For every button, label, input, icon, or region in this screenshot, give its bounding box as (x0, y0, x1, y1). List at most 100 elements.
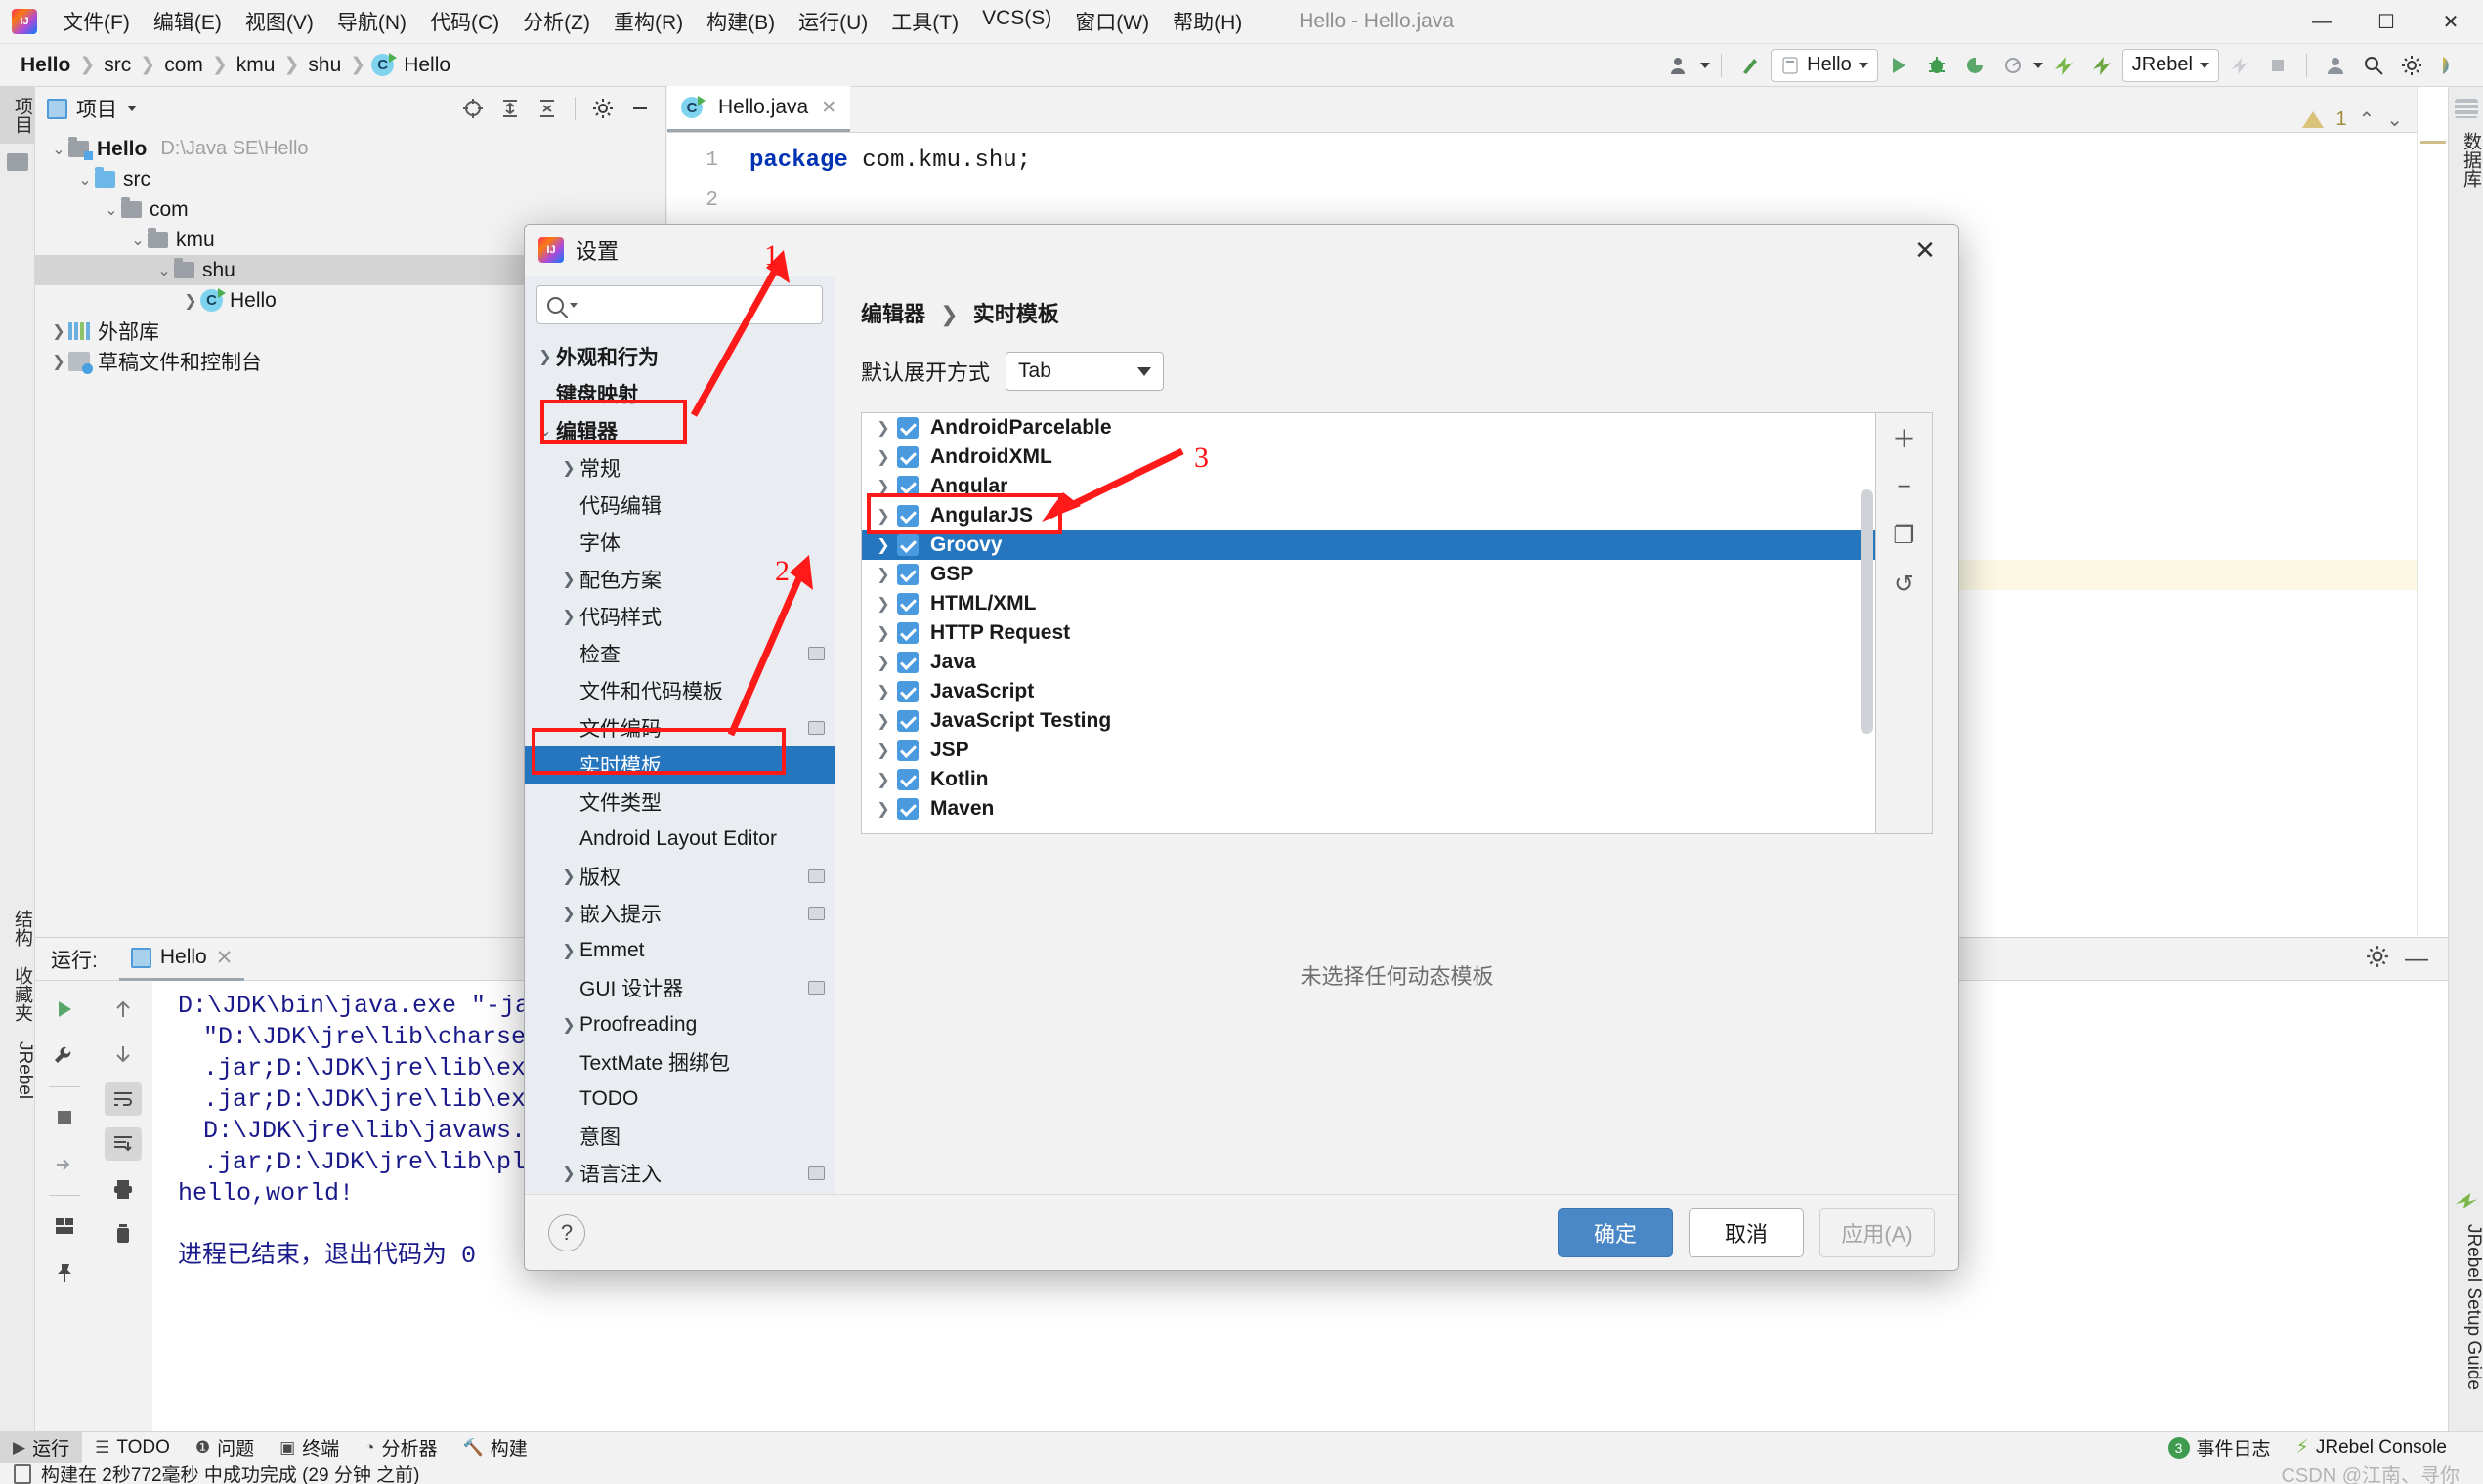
dialog-close-icon[interactable]: ✕ (1905, 231, 1945, 270)
database-icon[interactable] (2455, 99, 2478, 118)
chevron-right-icon[interactable]: ❯ (870, 418, 897, 438)
tool-window-jrebel-setup-guide[interactable]: JRebel Setup Guide (2449, 1214, 2483, 1400)
attach-debugger-icon[interactable] (2222, 49, 2257, 82)
expand-with-chevron-down-icon[interactable] (1137, 367, 1151, 376)
template-enabled-checkbox[interactable] (897, 446, 919, 468)
menu-item-10[interactable]: VCS(S) (970, 3, 1063, 40)
minimize-button[interactable]: — (2290, 0, 2354, 44)
template-enabled-checkbox[interactable] (897, 622, 919, 644)
templates-scrollbar[interactable] (1861, 489, 1873, 734)
profile-chevron-down-icon[interactable] (2033, 63, 2043, 68)
bottom-item-3[interactable]: ▣终端 (267, 1432, 352, 1463)
chevron-right-icon[interactable]: ❯ (535, 347, 556, 366)
project-view-chevron-down-icon[interactable] (127, 106, 137, 111)
chevron-right-icon[interactable]: ❯ (558, 941, 579, 960)
settings-tree-item[interactable]: ❯嵌入提示 (525, 895, 835, 932)
template-group-row[interactable]: ❯AndroidParcelable (862, 413, 1875, 443)
run-config-chevron-down-icon[interactable] (1859, 63, 1868, 68)
search-chevron-down-icon[interactable] (570, 303, 578, 308)
breadcrumb-item-3[interactable]: kmu (234, 54, 278, 77)
settings-tree-item[interactable]: ❯常规 (525, 449, 835, 487)
expand-with-select[interactable]: Tab (1006, 352, 1164, 391)
project-settings-gear-icon[interactable] (585, 92, 621, 125)
next-problem-icon[interactable]: ⌄ (2386, 107, 2403, 132)
project-tree-row[interactable]: ⌄com (35, 194, 665, 225)
bottom-item-2[interactable]: ❶问题 (183, 1432, 267, 1463)
template-enabled-checkbox[interactable] (897, 740, 919, 761)
template-group-row[interactable]: ❯AngularJS (862, 501, 1875, 530)
build-hammer-icon[interactable] (1733, 49, 1768, 82)
maximize-button[interactable]: ☐ (2354, 0, 2419, 44)
settings-search-box[interactable] (536, 285, 823, 324)
chevron-right-icon[interactable]: ❯ (870, 653, 897, 672)
scroll-from-source-icon[interactable] (455, 92, 491, 125)
chevron-right-icon[interactable]: ❯ (558, 867, 579, 886)
breadcrumb-item-0[interactable]: Hello (18, 54, 73, 77)
settings-tree-item[interactable]: 文件类型 (525, 784, 835, 821)
jrebel-selector[interactable]: JRebel (2122, 49, 2219, 82)
scroll-to-end-button[interactable] (105, 1127, 142, 1161)
breadcrumb-item-1[interactable]: src (101, 54, 134, 77)
chevron-down-icon[interactable]: ⌄ (75, 170, 95, 190)
chevron-right-icon[interactable]: ❯ (181, 291, 200, 311)
chevron-right-icon[interactable]: ❯ (558, 1164, 579, 1183)
run-button[interactable] (1881, 49, 1916, 82)
search-icon[interactable] (2356, 49, 2391, 82)
run-configuration-selector[interactable]: Hello (1771, 49, 1878, 82)
settings-tree-item[interactable]: GUI 设计器 (525, 969, 835, 1006)
menu-item-11[interactable]: 窗口(W) (1063, 3, 1161, 40)
settings-tree-item[interactable]: ❯外观和行为 (525, 338, 835, 375)
help-button[interactable]: ? (548, 1214, 585, 1251)
template-enabled-checkbox[interactable] (897, 681, 919, 702)
previous-problem-icon[interactable]: ⌃ (2358, 107, 2375, 132)
jrebel-debug-icon[interactable] (2084, 49, 2119, 82)
chevron-down-icon[interactable]: ⌄ (154, 261, 174, 280)
debug-button[interactable] (1919, 49, 1954, 82)
chevron-right-icon[interactable]: ❯ (558, 904, 579, 923)
template-group-row[interactable]: ❯Groovy (862, 530, 1875, 560)
menu-item-6[interactable]: 重构(R) (602, 3, 695, 40)
menu-item-1[interactable]: 编辑(E) (142, 3, 234, 40)
breadcrumb-item-5[interactable]: Hello (401, 54, 453, 77)
menu-item-12[interactable]: 帮助(H) (1161, 3, 1254, 40)
layout-settings-button[interactable] (46, 1209, 83, 1243)
menu-item-2[interactable]: 视图(V) (234, 3, 325, 40)
settings-search-input[interactable] (583, 294, 842, 317)
chevron-down-icon[interactable]: ⌄ (128, 231, 148, 250)
template-group-row[interactable]: ❯JSP (862, 736, 1875, 765)
avatar-chevron-down-icon[interactable] (1700, 63, 1710, 68)
menu-item-0[interactable]: 文件(F) (51, 3, 142, 40)
chevron-right-icon[interactable]: ❯ (870, 741, 897, 760)
chevron-right-icon[interactable]: ❯ (49, 352, 68, 371)
tool-window-database[interactable]: 数据库 (2449, 122, 2483, 197)
chevron-right-icon[interactable]: ❯ (870, 594, 897, 614)
settings-tree-item[interactable]: TODO (525, 1081, 835, 1118)
chevron-right-icon[interactable]: ❯ (870, 535, 897, 555)
ok-button[interactable]: 确定 (1558, 1208, 1673, 1257)
settings-tree-item[interactable]: ⌄编辑器 (525, 412, 835, 449)
template-group-row[interactable]: ❯HTTP Request (862, 618, 1875, 648)
tool-window-structure[interactable]: 结构 (0, 900, 35, 956)
template-group-row[interactable]: ❯Angular (862, 472, 1875, 501)
ide-feature-icon[interactable] (2432, 49, 2467, 82)
settings-tree-item[interactable]: 代码编辑 (525, 487, 835, 524)
template-enabled-checkbox[interactable] (897, 798, 919, 820)
run-panel-hide-icon[interactable]: — (2405, 946, 2428, 973)
error-stripe-mark[interactable] (2420, 141, 2446, 144)
menu-item-9[interactable]: 工具(T) (879, 3, 970, 40)
tool-window-project[interactable]: 项目 (0, 87, 35, 144)
breadcrumb-item-4[interactable]: shu (305, 54, 344, 77)
chevron-right-icon[interactable]: ❯ (870, 711, 897, 731)
menu-item-8[interactable]: 运行(U) (787, 3, 879, 40)
bottom-right-item-1[interactable]: ⚡JRebel Console (2284, 1432, 2460, 1463)
apply-button[interactable]: 应用(A) (1819, 1208, 1935, 1257)
chevron-right-icon[interactable]: ❯ (558, 607, 579, 626)
chevron-right-icon[interactable]: ❯ (49, 321, 68, 341)
run-tab-hello[interactable]: Hello ✕ (119, 938, 244, 981)
scroll-down-button[interactable] (105, 1038, 142, 1071)
settings-tree-item[interactable]: ❯配色方案 (525, 561, 835, 598)
remove-template-button[interactable]: − (1886, 470, 1923, 503)
clear-all-button[interactable] (105, 1217, 142, 1251)
edit-configuration-button[interactable] (46, 1039, 83, 1073)
hide-panel-icon[interactable] (622, 92, 658, 125)
